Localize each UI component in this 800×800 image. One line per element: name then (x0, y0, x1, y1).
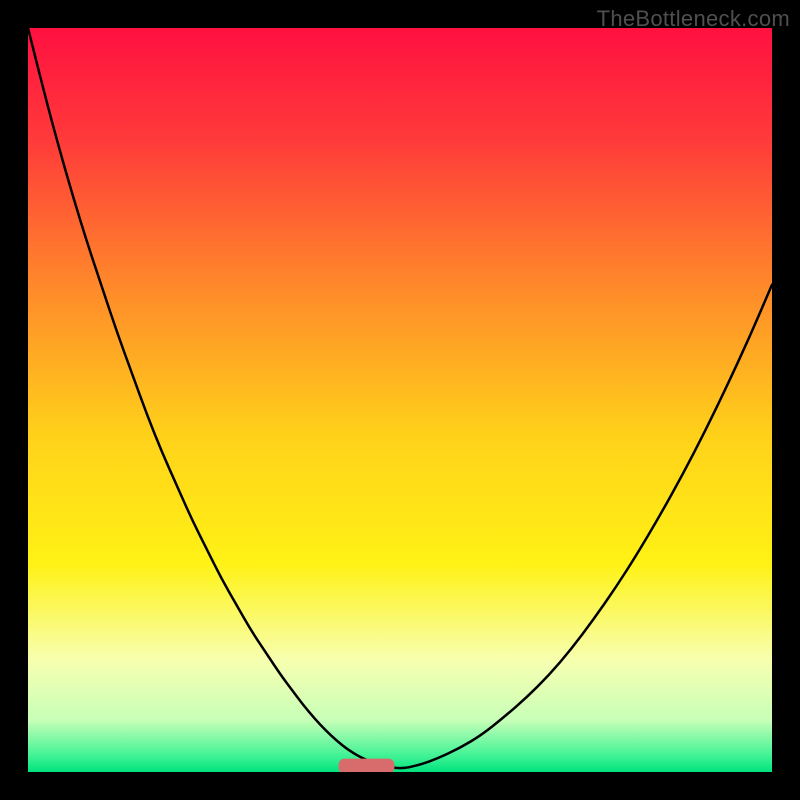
outer-frame: TheBottleneck.com (0, 0, 800, 800)
min-marker (339, 759, 395, 772)
plot-area (28, 28, 772, 772)
gradient-bg (28, 28, 772, 772)
watermark-text: TheBottleneck.com (597, 6, 790, 32)
chart-svg (28, 28, 772, 772)
